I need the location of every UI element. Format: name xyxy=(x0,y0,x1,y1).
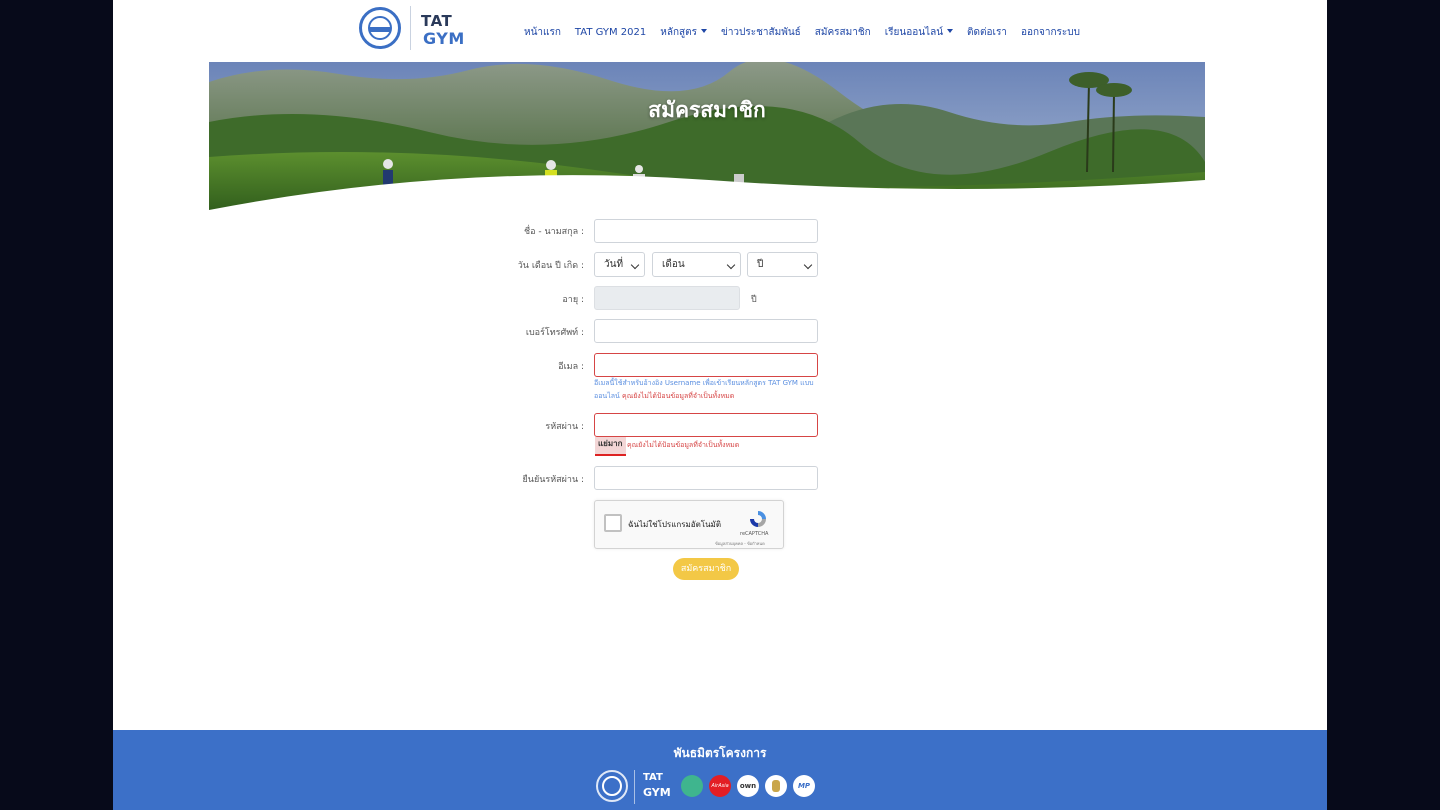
age-label: อายุ : xyxy=(562,295,584,305)
nav-logout[interactable]: ออกจากระบบ xyxy=(1021,26,1080,40)
year-select[interactable]: ปี xyxy=(747,252,818,277)
name-input[interactable] xyxy=(594,219,818,243)
tat-gym-logo[interactable]: TAT GYM xyxy=(641,772,675,806)
register-submit-button[interactable]: สมัครสมาชิก xyxy=(673,558,739,580)
tat-logo-bar-icon xyxy=(370,27,390,32)
page-title: สมัครสมาชิก xyxy=(648,98,766,122)
email-input[interactable] xyxy=(594,353,818,377)
password-strength-badge: แย่มาก xyxy=(595,437,626,456)
name-label: ชื่อ - นามสกุล : xyxy=(524,227,584,237)
nav-home-label: หน้าแรก xyxy=(524,27,561,38)
year-select-value: ปี xyxy=(757,259,764,270)
site-header: TAT GYM หน้าแรก TAT GYM 2021 หลักสูตร ข่… xyxy=(113,0,1327,61)
emblem-icon xyxy=(772,780,780,792)
email-error-text: คุณยังไม่ได้ป้อนข้อมูลที่จำเป็นทั้งหมด xyxy=(622,392,735,400)
chevron-down-icon xyxy=(726,260,736,270)
recaptcha-checkbox[interactable] xyxy=(604,514,622,532)
caret-down-icon xyxy=(700,29,707,33)
recaptcha-icon xyxy=(750,511,766,527)
tat-logo[interactable] xyxy=(359,7,401,49)
nav-register-label: สมัครสมาชิก xyxy=(814,27,871,38)
dob-label: วัน เดือน ปี เกิด : xyxy=(517,261,584,271)
recaptcha-widget: ฉันไม่ใช่โปรแกรมอัตโนมัติ reCAPTCHA ข้อม… xyxy=(594,500,784,549)
tat-gym-logo-line1: TAT xyxy=(421,12,453,30)
chevron-down-icon xyxy=(630,260,640,270)
hero-banner: สมัครสมาชิก xyxy=(209,62,1205,214)
partners-title: พันธมิตรโครงการ xyxy=(673,746,767,760)
partner-green-logo[interactable] xyxy=(681,775,703,797)
confirm-password-input[interactable] xyxy=(594,466,818,490)
site-footer: พันธมิตรโครงการ TAT GYM AirAsia own MP xyxy=(113,730,1327,810)
email-label: อีเมล : xyxy=(558,362,584,372)
tat-gym-logo-line2: GYM xyxy=(423,29,465,48)
partner-divider xyxy=(634,770,635,804)
logo-divider xyxy=(410,6,411,50)
nav-online-learning[interactable]: เรียนออนไลน์ xyxy=(884,26,954,40)
password-input[interactable] xyxy=(594,413,818,437)
caret-down-icon xyxy=(947,29,954,33)
airasia-logo[interactable]: AirAsia xyxy=(709,775,731,797)
main-nav: หน้าแรก TAT GYM 2021 หลักสูตร ข่าวประชาส… xyxy=(524,26,1094,40)
partner-emblem-logo[interactable] xyxy=(765,775,787,797)
own-logo[interactable]: own xyxy=(737,775,759,797)
phone-input[interactable] xyxy=(594,319,818,343)
tat-logo[interactable] xyxy=(596,770,628,802)
age-unit: ปี xyxy=(751,295,757,305)
tat-logo-ring-icon xyxy=(602,776,622,796)
banner-landscape-image xyxy=(209,62,1205,214)
nav-news-label: ข่าวประชาสัมพันธ์ xyxy=(720,27,801,38)
nav-courses-label: หลักสูตร xyxy=(660,27,697,38)
chevron-down-icon xyxy=(803,260,813,270)
email-hint: อีเมลนี้ใช้สำหรับอ้างอิง Username เพื่อเ… xyxy=(594,377,824,403)
month-select[interactable]: เดือน xyxy=(652,252,741,277)
recaptcha-label: ฉันไม่ใช่โปรแกรมอัตโนมัติ xyxy=(628,520,722,529)
recaptcha-brand: reCAPTCHA xyxy=(740,531,769,537)
nav-register[interactable]: สมัครสมาชิก xyxy=(815,26,871,40)
footer-gym-line2: GYM xyxy=(643,786,671,799)
password-error-text: คุณยังไม่ได้ป้อนข้อมูลที่จำเป็นทั้งหมด xyxy=(627,441,740,449)
nav-logout-label: ออกจากระบบ xyxy=(1020,27,1080,38)
tat-gym-logo[interactable]: TAT GYM xyxy=(417,12,465,50)
day-select-value: วันที่ xyxy=(604,259,624,270)
nav-courses[interactable]: หลักสูตร xyxy=(660,26,707,40)
page: TAT GYM หน้าแรก TAT GYM 2021 หลักสูตร ข่… xyxy=(113,0,1327,810)
nav-contact-label: ติดต่อเรา xyxy=(967,27,1007,38)
confirm-password-label: ยืนยันรหัสผ่าน : xyxy=(522,475,584,485)
nav-news[interactable]: ข่าวประชาสัมพันธ์ xyxy=(721,26,801,40)
nav-online-learning-label: เรียนออนไลน์ xyxy=(884,27,944,38)
month-select-value: เดือน xyxy=(662,259,685,270)
phone-label: เบอร์โทรศัพท์ : xyxy=(525,328,584,338)
nav-contact[interactable]: ติดต่อเรา xyxy=(967,26,1007,40)
mp-logo[interactable]: MP xyxy=(793,775,815,797)
day-select[interactable]: วันที่ xyxy=(594,252,645,277)
footer-gym-line1: TAT xyxy=(643,772,663,783)
nav-home[interactable]: หน้าแรก xyxy=(524,26,561,40)
nav-tat-gym-2021[interactable]: TAT GYM 2021 xyxy=(575,26,646,40)
password-label: รหัสผ่าน : xyxy=(545,422,584,432)
recaptcha-terms-link[interactable]: ข้อมูลส่วนบุคคล - ข้อกำหนด xyxy=(715,540,765,547)
nav-tat-gym-2021-label: TAT GYM 2021 xyxy=(574,27,647,38)
age-input xyxy=(594,286,740,310)
